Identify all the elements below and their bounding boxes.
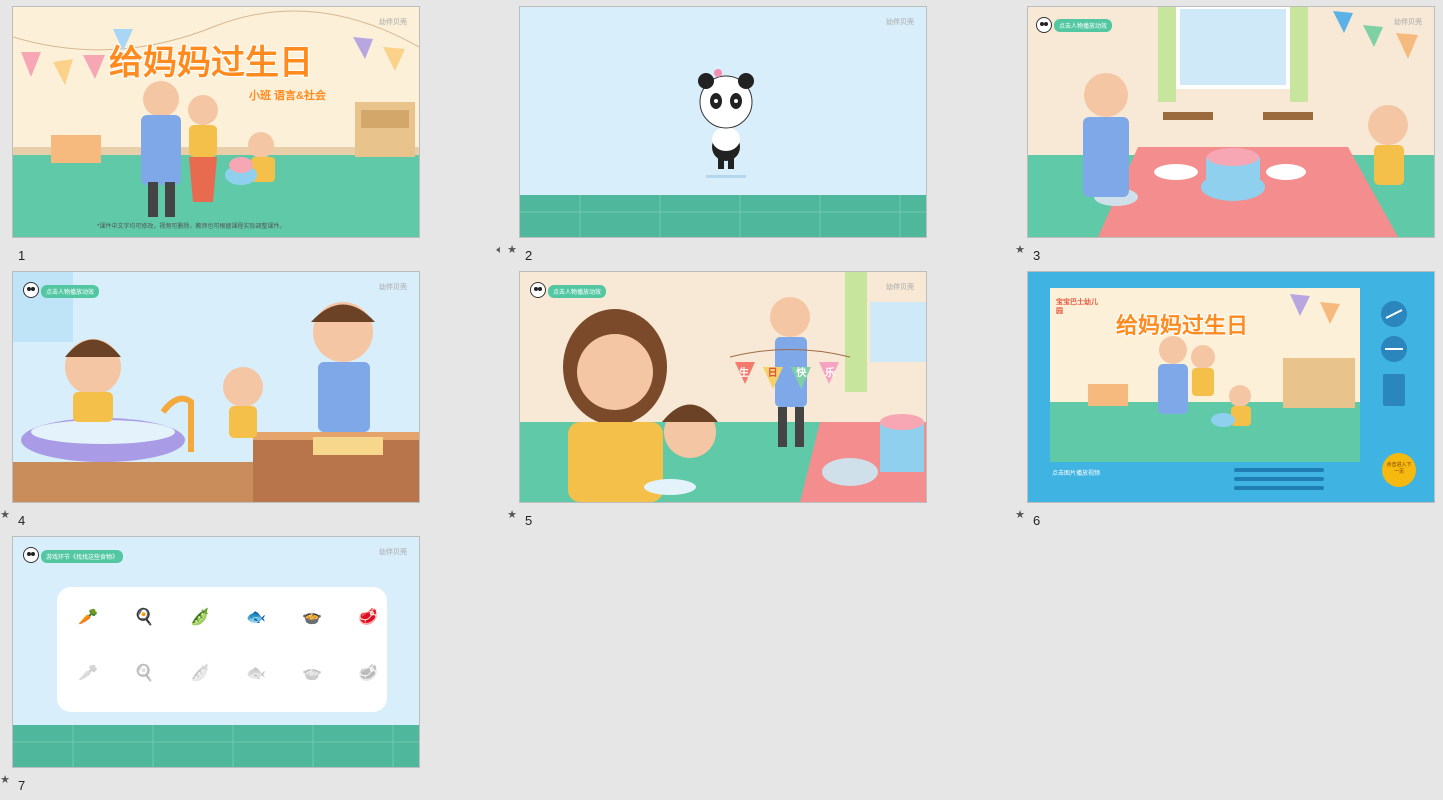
slide-3-illustration — [1028, 7, 1434, 237]
slide-icons: 🔈︎ ★ — [497, 244, 517, 256]
slide-number: 2 — [525, 248, 533, 263]
watermark-logo: 幼伴贝壳 — [379, 19, 407, 26]
banner-char: 生 — [739, 368, 749, 379]
watermark-logo: 幼伴贝壳 — [379, 549, 407, 556]
carrot-icon[interactable]: 🥕 — [71, 605, 105, 629]
star-icon: ★ — [0, 509, 10, 521]
brand-logo: 宝宝巴士幼儿园 — [1056, 299, 1098, 315]
star-icon: ★ — [1015, 244, 1025, 256]
slide-thumbnail[interactable]: 给妈妈过生日 小班 语言&社会 *课件中文字均可修改，视频可删除，教师也可根据课… — [12, 6, 420, 238]
green-bean-icon[interactable]: 🫛 — [183, 605, 217, 629]
meat-outline-icon[interactable]: 🥩 — [351, 661, 385, 685]
star-icon: ★ — [1015, 509, 1025, 521]
slide-number: 3 — [1033, 248, 1041, 263]
slide-thumbnail[interactable]: 点击人物播放动效 生 日 快 乐 幼伴贝壳 — [519, 271, 927, 503]
panda-avatar-icon — [1036, 17, 1052, 33]
panda-avatar-icon — [23, 282, 39, 298]
video-caption: 点击图片播放视频 — [1052, 471, 1101, 477]
banner-char: 日 — [767, 368, 778, 379]
slide-icons: ★ — [0, 774, 10, 786]
carrot-outline-icon[interactable]: 🥕 — [71, 661, 105, 685]
hint-tag: 点击人物播放动效 — [1054, 19, 1113, 32]
slide-note: *课件中文字均可修改，视频可删除，教师也可根据课程实际调整课件。 — [97, 224, 286, 230]
slide-number: 4 — [18, 513, 26, 528]
panda-avatar-icon — [23, 547, 39, 563]
birthday-banner: 生 日 快 乐 — [734, 364, 840, 379]
meat-icon[interactable]: 🥩 — [351, 605, 385, 629]
green-bean-outline-icon[interactable]: 🫛 — [183, 661, 217, 685]
speaker-icon: 🔈︎ — [496, 244, 504, 256]
banner-char: 快 — [796, 368, 807, 379]
watermark-logo: 幼伴贝壳 — [379, 284, 407, 291]
hint-tag: 游戏环节《找找这些食物》 — [41, 550, 124, 563]
slide-number: 1 — [18, 248, 26, 263]
watermark-logo: 幼伴贝壳 — [886, 19, 914, 26]
slide-thumbnail[interactable]: 游戏环节《找找这些食物》 幼伴贝壳 🥕 🍳 🫛 🐟 🍲 🥩 🥕 🍳 🫛 🐟 🍲 … — [12, 536, 420, 768]
slide-thumbnail[interactable]: 给妈妈过生日 宝宝巴士幼儿园 点击图片播放视频 点击进入下一页 — [1027, 271, 1435, 503]
food-row-colored: 🥕 🍳 🫛 🐟 🍲 🥩 — [71, 605, 385, 629]
banner-char: 乐 — [824, 368, 835, 379]
slide-icons: ★ — [1015, 509, 1025, 521]
slide-title: 给妈妈过生日 — [1116, 313, 1249, 338]
fried-egg-icon[interactable]: 🍳 — [127, 605, 161, 629]
star-icon: ★ — [507, 509, 517, 521]
slide-2-illustration — [520, 7, 926, 237]
star-icon: ★ — [507, 244, 517, 256]
hint-tag: 点击人物播放动效 — [41, 285, 100, 298]
slide-number: 6 — [1033, 513, 1041, 528]
soup-bowl-icon[interactable]: 🍲 — [295, 605, 329, 629]
slide-icons: ★ — [1015, 244, 1025, 256]
slide-thumbnail[interactable]: 点击人物播放动效 幼伴贝壳 — [1027, 6, 1435, 238]
fish-icon[interactable]: 🐟 — [239, 605, 273, 629]
slide-4-illustration — [13, 272, 419, 502]
watermark-logo: 幼伴贝壳 — [886, 284, 914, 291]
slide-number: 5 — [525, 513, 533, 528]
next-page-button[interactable]: 点击进入下一页 — [1386, 462, 1412, 476]
slide-subtitle: 小班 语言&社会 — [249, 90, 326, 102]
food-row-outline: 🥕 🍳 🫛 🐟 🍲 🥩 — [71, 661, 385, 685]
food-matching-card: 🥕 🍳 🫛 🐟 🍲 🥩 🥕 🍳 🫛 🐟 🍲 🥩 — [57, 587, 387, 712]
slide-title: 给妈妈过生日 — [109, 44, 313, 82]
panda-avatar-icon — [530, 282, 546, 298]
slide-thumbnail[interactable]: 点击人物播放动效 幼伴贝壳 — [12, 271, 420, 503]
hint-tag: 点击人物播放动效 — [548, 285, 607, 298]
slide-icons: ★ — [0, 509, 10, 521]
fish-outline-icon[interactable]: 🐟 — [239, 661, 273, 685]
fried-egg-outline-icon[interactable]: 🍳 — [127, 661, 161, 685]
slide-thumbnail[interactable]: 幼伴贝壳 — [519, 6, 927, 238]
slide-5-illustration — [520, 272, 926, 502]
watermark-logo: 幼伴贝壳 — [1394, 19, 1422, 26]
soup-bowl-outline-icon[interactable]: 🍲 — [295, 661, 329, 685]
star-icon: ★ — [0, 774, 10, 786]
slide-icons: ★ — [507, 509, 517, 521]
slide-number: 7 — [18, 778, 26, 793]
